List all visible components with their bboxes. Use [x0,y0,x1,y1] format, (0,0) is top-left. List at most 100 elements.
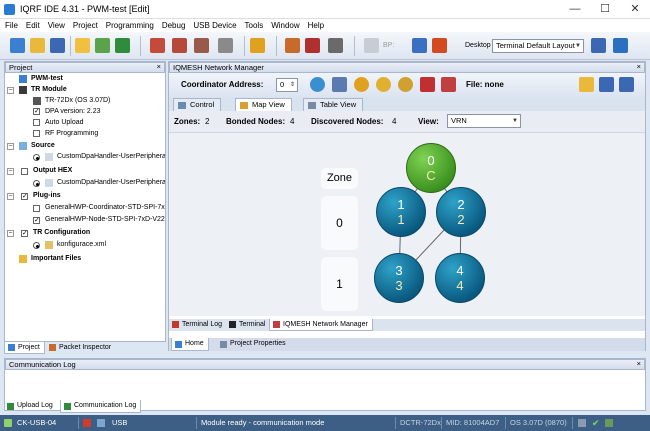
tree-plugins[interactable]: Plug-ins [33,191,61,201]
hex-radio[interactable] [33,180,40,187]
open-network-icon[interactable] [579,77,594,92]
tree-tr-module[interactable]: TR Module [31,85,67,95]
node-2[interactable]: 2 2 [436,187,486,237]
tree-auto-upload[interactable]: Auto Upload [45,118,84,128]
plugin-2-checkbox[interactable]: ✓ [33,217,40,224]
dpa-version-checkbox[interactable]: ✓ [33,108,40,115]
panel-close-icon[interactable]: × [637,359,641,369]
build-icon[interactable] [115,38,130,53]
menu-debug[interactable]: Debug [162,21,186,30]
new-project-icon[interactable] [10,38,25,53]
collapse-icon[interactable]: − [7,143,14,150]
tree-tr-type[interactable]: TR-72Dx (OS 3.07D) [45,96,110,106]
refresh-icon[interactable] [310,77,325,92]
node-4[interactable]: 4 4 [435,253,485,303]
menu-usb-device[interactable]: USB Device [193,21,236,30]
coordinator-address-input[interactable]: 0 ⇕ [276,78,298,92]
zoom-in-icon[interactable] [376,77,391,92]
collapse-icon[interactable]: − [7,87,14,94]
tab-iqmesh-network-manager[interactable]: IQMESH Network Manager [269,319,373,331]
tab-project[interactable]: Project [4,342,45,354]
menu-window[interactable]: Window [271,21,299,30]
search-icon[interactable] [354,77,369,92]
debug-icon[interactable] [328,38,343,53]
tree-hex-file[interactable]: CustomDpaHandler-UserPeripheral-PWM [57,178,165,188]
menu-view[interactable]: View [48,21,65,30]
menu-project[interactable]: Project [73,21,98,30]
tree-config-file[interactable]: konfigurace.xml [57,240,106,250]
menu-programming[interactable]: Programming [106,21,154,30]
plugin-1-checkbox[interactable] [33,205,40,212]
view-select[interactable]: VRN ▼ [447,114,521,128]
minimize-button[interactable]: — [560,0,590,19]
tr-configuration-checkbox[interactable]: ✓ [21,230,28,237]
collapse-icon[interactable]: − [7,168,14,175]
tree-dpa-version[interactable]: DPA version: 2.23 [45,107,101,117]
stop-debug-icon[interactable] [432,38,447,53]
upload-p-icon[interactable] [194,38,209,53]
tree-root[interactable]: PWM-test [31,74,63,84]
tab-project-properties[interactable]: Project Properties [217,338,290,351]
save-network-icon[interactable] [599,77,614,92]
upload-c-icon[interactable] [150,38,165,53]
tab-upload-log[interactable]: Upload Log [4,400,57,413]
panel-close-icon[interactable]: × [637,62,641,72]
edit-icon[interactable] [95,38,110,53]
save-layout-icon[interactable] [591,38,606,53]
tab-table-view[interactable]: Table View [303,98,364,111]
collapse-icon[interactable]: − [7,193,14,200]
pin-icon[interactable] [332,77,347,92]
node-3[interactable]: 3 3 [374,253,424,303]
tab-communication-log[interactable]: Communication Log [60,400,142,413]
rf-programming-checkbox[interactable] [33,130,40,137]
tree-rf-programming[interactable]: RF Programming [45,129,98,139]
tab-control[interactable]: Control [173,98,222,111]
plugins-checkbox[interactable]: ✓ [21,193,28,200]
tree-important-files[interactable]: Important Files [31,254,81,264]
tree-output-hex[interactable]: Output HEX [33,166,72,176]
toolbar-separator [276,36,277,56]
menu-file[interactable]: File [5,21,18,30]
tab-map-view[interactable]: Map View [235,98,292,111]
collapse-icon[interactable]: − [7,230,14,237]
run-icon[interactable] [364,38,379,53]
auto-upload-checkbox[interactable] [33,119,40,126]
upload-e-icon[interactable] [172,38,187,53]
open-project-icon[interactable] [30,38,45,53]
config-radio[interactable] [33,242,40,249]
network-options-icon[interactable] [441,77,456,92]
source-radio[interactable] [33,154,40,161]
output-hex-checkbox[interactable] [21,168,28,175]
tab-home[interactable]: Home [171,338,209,351]
pause-icon[interactable] [412,38,427,53]
stop-icon[interactable] [305,38,320,53]
tree-source-file[interactable]: CustomDpaHandler-UserPeripheral-P [57,152,165,162]
tree-source[interactable]: Source [31,141,55,151]
tree-tr-configuration[interactable]: TR Configuration [33,228,90,238]
panel-close-icon[interactable]: × [157,62,161,72]
menu-tools[interactable]: Tools [245,21,264,30]
status-separator [441,417,442,429]
menu-edit[interactable]: Edit [26,21,40,30]
open-file-icon[interactable] [75,38,90,53]
coordinator-node[interactable]: 0 C [406,143,456,193]
help-icon[interactable] [613,38,628,53]
menu-help[interactable]: Help [308,21,324,30]
node-1[interactable]: 1 1 [376,187,426,237]
upload-options-icon[interactable] [218,38,233,53]
reset-icon[interactable] [285,38,300,53]
save-project-icon[interactable] [50,38,65,53]
maximize-button[interactable]: ☐ [590,0,620,19]
close-button[interactable]: ✕ [620,0,650,19]
tab-packet-inspector[interactable]: Packet Inspector [46,342,115,354]
source-folder-icon [19,142,27,150]
tree-plugin-2[interactable]: GeneralHWP-Node-STD-SPI-7xD-V223-1 [45,215,165,225]
tab-terminal[interactable]: Terminal [226,319,269,331]
network-icon[interactable] [420,77,435,92]
zoom-out-icon[interactable] [398,77,413,92]
save-as-network-icon[interactable] [619,77,634,92]
desktop-layout-select[interactable]: Terminal Default Layout ▼ [492,39,584,53]
tab-terminal-log[interactable]: Terminal Log [169,319,226,331]
settings-icon[interactable] [250,38,265,53]
tree-plugin-1[interactable]: GeneralHWP-Coordinator-STD-SPI-7xD-V [45,203,165,213]
